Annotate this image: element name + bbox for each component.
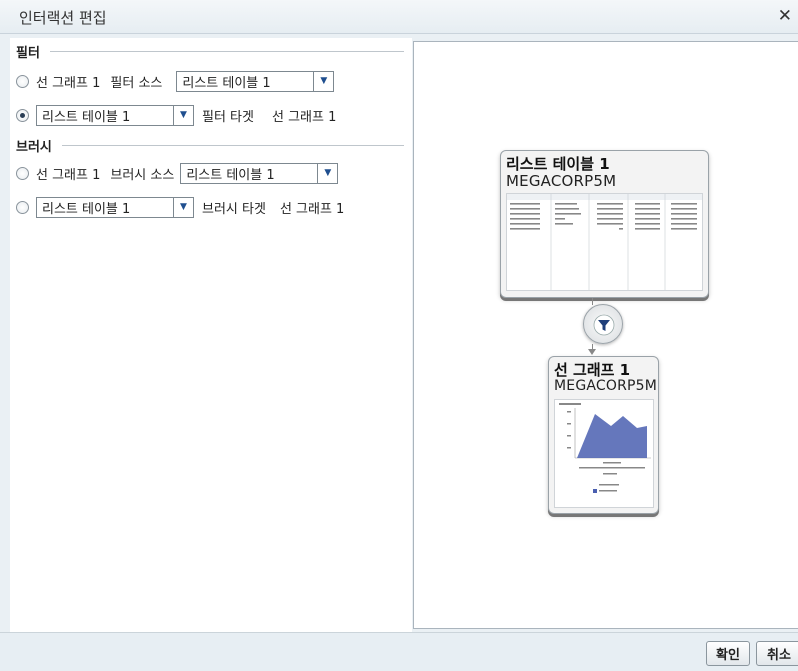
target-card-subtitle: MEGACORP5M [554, 378, 658, 394]
brush-heading: 브러시 [16, 140, 52, 155]
filter-source-row: 선 그래프 1 필터 소스 리스트 테이블 1 ▼ [16, 69, 335, 93]
interaction-settings-panel: 필터 선 그래프 1 필터 소스 리스트 테이블 1 ▼ 리스트 테이블 1 ▼… [10, 38, 412, 632]
dialog-footer: 확인 취소 [0, 632, 798, 671]
list-table-thumbnail [506, 193, 703, 291]
brush-target-radio[interactable] [16, 200, 29, 214]
target-card-title: 선 그래프 1 [554, 361, 631, 379]
filter-heading: 필터 [16, 46, 40, 61]
chevron-down-icon[interactable]: ▼ [317, 163, 337, 183]
dialog-title: 인터랙션 편집 [19, 9, 107, 27]
divider [49, 51, 404, 52]
filter-target-select[interactable]: 리스트 테이블 1 ▼ [176, 70, 335, 92]
filter-target-select-value: 리스트 테이블 1 [182, 75, 271, 91]
chevron-down-icon[interactable]: ▼ [313, 71, 333, 91]
chevron-down-icon[interactable]: ▼ [173, 105, 193, 125]
divider [61, 145, 404, 146]
arrow-down-icon [588, 349, 596, 355]
close-icon[interactable]: ✕ [778, 6, 792, 26]
brush-source-select-value: 리스트 테이블 1 [42, 201, 131, 217]
cancel-button[interactable]: 취소 [756, 641, 798, 666]
chevron-down-icon[interactable]: ▼ [173, 197, 193, 217]
brush-source-select[interactable]: 리스트 테이블 1 ▼ [36, 196, 194, 218]
filter-target-role: 필터 타겟 [202, 109, 254, 125]
brush-source-role: 브러시 소스 [110, 167, 175, 183]
dialog-titlebar: 인터랙션 편집 ✕ [0, 0, 798, 34]
line-chart-preview [559, 403, 651, 493]
filter-section-header: 필터 [16, 42, 404, 61]
filter-connector-node[interactable] [583, 304, 623, 344]
filter-source-role: 필터 소스 [110, 75, 163, 91]
filter-target-row: 리스트 테이블 1 ▼ 필터 타겟 선 그래프 1 [16, 103, 346, 127]
filter-target-label: 선 그래프 1 [271, 109, 337, 125]
filter-source-radio[interactable] [16, 74, 29, 88]
filter-source-label: 선 그래프 1 [36, 75, 101, 91]
brush-target-select[interactable]: 리스트 테이블 1 ▼ [180, 162, 339, 184]
ok-button[interactable]: 확인 [706, 641, 750, 666]
brush-target-select-value: 리스트 테이블 1 [186, 167, 275, 183]
brush-source-label: 선 그래프 1 [36, 167, 101, 183]
list-table-preview [507, 194, 702, 290]
filter-source-select[interactable]: 리스트 테이블 1 ▼ [36, 104, 194, 126]
funnel-icon [593, 314, 615, 336]
filter-source-select-value: 리스트 테이블 1 [42, 109, 131, 125]
brush-source-radio[interactable] [16, 166, 29, 180]
source-card-title: 리스트 테이블 1 [506, 155, 610, 173]
brush-source-row: 선 그래프 1 브러시 소스 리스트 테이블 1 ▼ [16, 161, 339, 185]
source-card-list-table[interactable]: 리스트 테이블 1 MEGACORP5M [500, 150, 709, 298]
brush-target-role: 브러시 타겟 [202, 201, 266, 217]
brush-target-row: 리스트 테이블 1 ▼ 브러시 타겟 선 그래프 1 [16, 195, 354, 219]
filter-target-radio[interactable] [16, 108, 29, 122]
line-chart-thumbnail [554, 399, 654, 508]
connector-line [592, 298, 593, 305]
brush-target-label: 선 그래프 1 [279, 201, 345, 217]
source-card-subtitle: MEGACORP5M [506, 172, 617, 190]
brush-section-header: 브러시 [16, 136, 404, 155]
target-card-line-chart[interactable]: 선 그래프 1 MEGACORP5M [548, 356, 659, 514]
